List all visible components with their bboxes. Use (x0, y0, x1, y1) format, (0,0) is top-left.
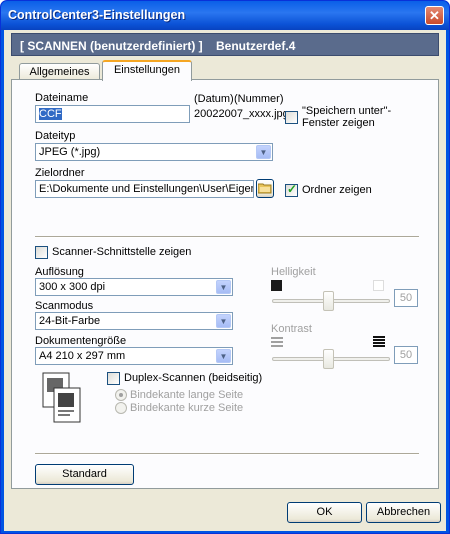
title-bar[interactable]: ControlCenter3-Einstellungen ✕ (1, 1, 449, 30)
duplex-pages-icon (42, 372, 81, 423)
settings-panel: Dateiname CCF (Datum) (Nummer) 20022007_… (11, 79, 439, 489)
brightness-thumb[interactable] (323, 291, 334, 311)
contrast-thumb[interactable] (323, 349, 334, 369)
scanner-interface-checkbox[interactable] (35, 246, 48, 259)
filename-pattern: 20022007_xxxx.jpg (194, 108, 289, 120)
chevron-down-icon: ▼ (216, 280, 231, 294)
folder-label: Zielordner (35, 167, 85, 179)
brightness-label: Helligkeit (271, 266, 316, 278)
light-icon (373, 280, 384, 291)
chevron-down-icon: ▼ (216, 314, 231, 328)
chevron-down-icon: ▼ (256, 145, 271, 159)
contrast-label: Kontrast (271, 323, 312, 335)
filetype-label: Dateityp (35, 130, 76, 142)
close-icon: ✕ (429, 8, 440, 23)
filetype-value: JPEG (*.jpg) (39, 146, 101, 158)
dialog-window: ControlCenter3-Einstellungen ✕ [ SCANNEN… (0, 0, 450, 534)
resolution-label: Auflösung (35, 266, 84, 278)
show-folder-checkbox[interactable] (285, 182, 298, 197)
dark-icon (271, 280, 282, 291)
ok-button[interactable]: OK (287, 502, 362, 523)
show-folder-label: Ordner zeigen (302, 184, 372, 196)
long-edge-radio[interactable] (115, 389, 127, 401)
brightness-value[interactable]: 50 (394, 289, 418, 307)
number-label: (Nummer) (234, 93, 284, 105)
resolution-value: 300 x 300 dpi (39, 281, 106, 293)
docsize-label: Dokumentengröße (35, 335, 127, 347)
save-as-checkbox[interactable] (285, 111, 298, 124)
filename-value: CCF (39, 108, 62, 120)
filetype-select[interactable]: JPEG (*.jpg) ▼ (35, 143, 273, 161)
short-edge-radio[interactable] (115, 402, 127, 414)
high-contrast-icon (373, 336, 385, 347)
date-label: (Datum) (194, 93, 234, 105)
cancel-button[interactable]: Abbrechen (366, 502, 441, 523)
short-edge-label: Bindekante kurze Seite (130, 402, 244, 414)
close-button[interactable]: ✕ (425, 6, 444, 25)
scanmode-select[interactable]: 24-Bit-Farbe ▼ (35, 312, 233, 330)
contrast-value[interactable]: 50 (394, 346, 418, 364)
browse-folder-button[interactable] (256, 179, 274, 198)
profile-name: Benutzerdef.4 (216, 39, 296, 53)
duplex-checkbox[interactable] (107, 372, 120, 385)
tab-settings[interactable]: Einstellungen (102, 60, 192, 81)
filename-input[interactable]: CCF (35, 105, 190, 123)
folder-icon (257, 183, 272, 194)
scan-mode-label: [ SCANNEN (benutzerdefiniert) ] (20, 39, 203, 53)
resolution-select[interactable]: 300 x 300 dpi ▼ (35, 278, 233, 296)
scanner-interface-label: Scanner-Schnittstelle zeigen (52, 246, 192, 258)
scanmode-label: Scanmodus (35, 300, 94, 312)
long-edge-label: Bindekante lange Seite (130, 389, 244, 401)
scanmode-value: 24-Bit-Farbe (39, 315, 101, 327)
docsize-value: A4 210 x 297 mm (39, 350, 126, 362)
save-as-label: "Speichern unter"-Fenster zeigen (302, 105, 392, 129)
chevron-down-icon: ▼ (216, 349, 231, 363)
dialog-client: [ SCANNEN (benutzerdefiniert) ] Benutzer… (4, 30, 446, 531)
docsize-select[interactable]: A4 210 x 297 mm ▼ (35, 347, 233, 365)
filename-label: Dateiname (35, 92, 89, 104)
profile-header: [ SCANNEN (benutzerdefiniert) ] Benutzer… (11, 33, 439, 56)
duplex-label: Duplex-Scannen (beidseitig) (124, 372, 263, 384)
separator (35, 236, 419, 238)
tab-bar: Allgemeines Einstellungen (11, 60, 439, 81)
window-title: ControlCenter3-Einstellungen (8, 8, 186, 22)
folder-input[interactable]: E:\Dokumente und Einstellungen\User\Eige… (35, 180, 254, 198)
tab-general[interactable]: Allgemeines (19, 63, 100, 80)
low-contrast-icon (271, 337, 283, 347)
default-button[interactable]: Standard (35, 464, 134, 485)
separator (35, 453, 419, 455)
